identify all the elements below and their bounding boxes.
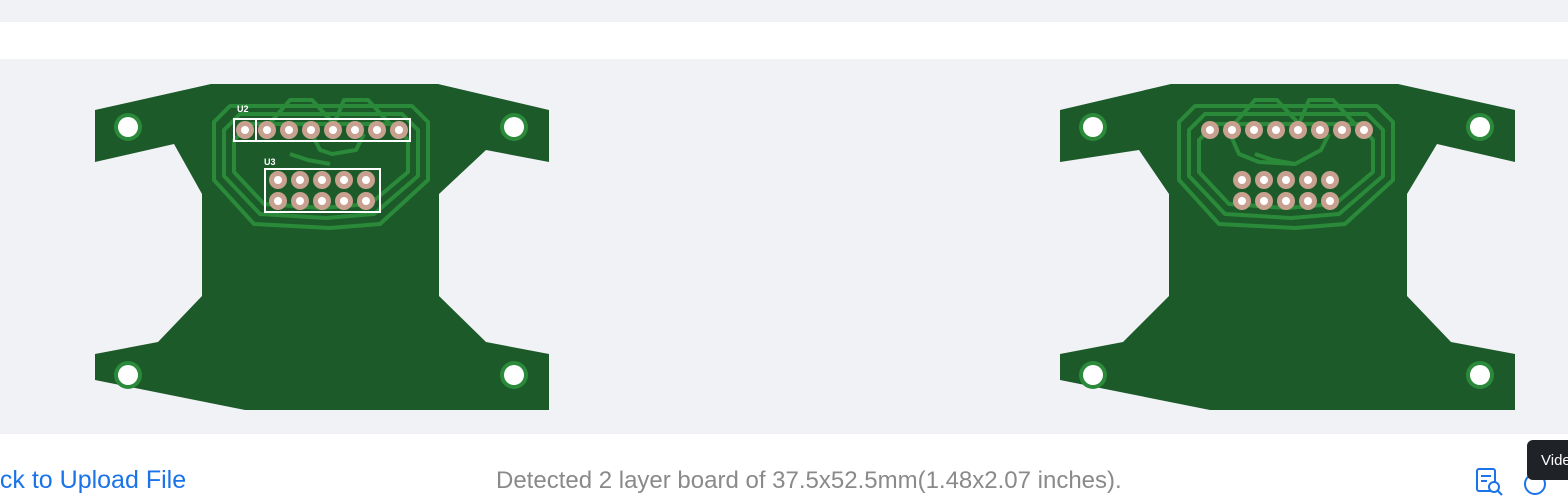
board-outline <box>95 84 549 410</box>
video-tooltip: Vide <box>1527 440 1568 480</box>
top-band <box>0 0 1568 22</box>
pcb-top-layer[interactable]: U2 U3 <box>94 84 550 411</box>
pcb-bottom-layer[interactable] <box>1059 84 1516 411</box>
u2-label: U2 <box>237 104 249 114</box>
toolbar-strip <box>0 22 1568 59</box>
u3-label: U3 <box>264 157 276 167</box>
back-to-upload-link[interactable]: ack to Upload File <box>0 466 186 495</box>
zoom-in-document-icon[interactable] <box>1474 466 1504 496</box>
board-detection-text: Detected 2 layer board of 37.5x52.5mm(1.… <box>496 467 1122 494</box>
board-outline <box>1060 84 1515 410</box>
